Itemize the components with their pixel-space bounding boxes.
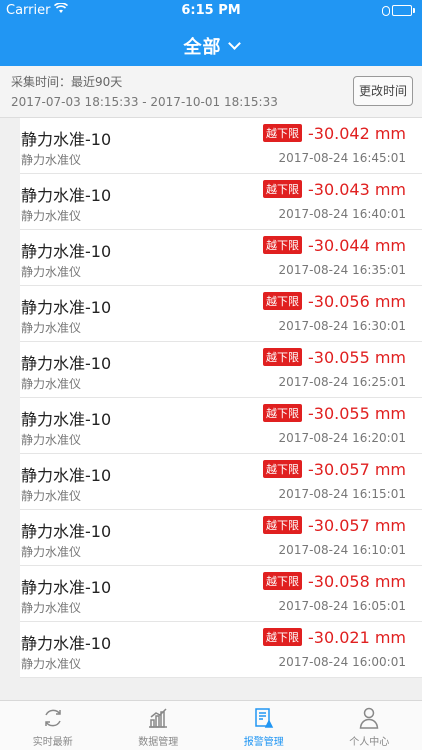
tab-personal-center[interactable]: 个人中心	[317, 701, 422, 750]
battery-icon	[382, 5, 416, 17]
alert-value: 越下限 -30.043 mm	[262, 180, 406, 199]
tab-label: 实时最新	[32, 737, 73, 748]
alert-row[interactable]: 静力水准-10 静力水准仪 越下限 -30.058 mm 2017-08-24 16:0…	[20, 566, 422, 622]
below-limit-badge: 越下限	[262, 180, 302, 198]
person-icon	[359, 707, 379, 729]
alert-timestamp: 2017-08-24 16:10:01	[278, 543, 406, 557]
alert-value: 越下限 -30.044 mm	[262, 236, 406, 255]
measurement-value: -30.055 mm	[307, 348, 406, 367]
sensor-type: 静力水准仪	[21, 657, 82, 671]
sensor-name: 静力水准-10	[21, 578, 112, 597]
sensor-type: 静力水准仪	[21, 377, 82, 391]
alert-timestamp: 2017-08-24 16:20:01	[278, 431, 406, 445]
sensor-name: 静力水准-10	[21, 466, 112, 485]
alert-timestamp: 2017-08-24 16:05:01	[278, 599, 406, 613]
alert-timestamp: 2017-08-24 16:45:01	[278, 151, 406, 165]
sensor-type: 静力水准仪	[21, 209, 82, 223]
below-limit-badge: 越下限	[262, 572, 302, 590]
alert-timestamp: 2017-08-24 16:40:01	[278, 207, 406, 221]
sensor-name: 静力水准-10	[21, 354, 112, 373]
alert-row[interactable]: 静力水准-10 静力水准仪 越下限 -30.057 mm 2017-08-24 16:1…	[20, 454, 422, 510]
alert-row[interactable]: 静力水准-10 静力水准仪 越下限 -30.021 mm 2017-08-24 16:0…	[20, 622, 422, 678]
tab-alarm-management[interactable]: 报警管理	[211, 701, 317, 750]
status-bar: Carrier 6:15 PM	[0, 0, 422, 22]
sensor-name: 静力水准-10	[21, 298, 112, 317]
tab-label: 数据管理	[138, 737, 179, 748]
sensor-type: 静力水准仪	[21, 545, 82, 559]
sensor-type: 静力水准仪	[21, 489, 82, 503]
time-range-text: 2017-07-03 18:15:33 - 2017-10-01 18:15:3…	[11, 95, 278, 109]
chevron-down-icon	[227, 37, 241, 50]
tab-realtime[interactable]: 实时最新	[0, 701, 106, 750]
measurement-value: -30.056 mm	[307, 292, 406, 311]
alert-value: 越下限 -30.055 mm	[262, 348, 406, 367]
tab-bar: 实时最新 数据管理 报警管理 个人中心	[0, 700, 422, 750]
sensor-name: 静力水准-10	[21, 130, 112, 149]
alert-timestamp: 2017-08-24 16:25:01	[278, 375, 406, 389]
bar-chart-icon	[149, 708, 168, 728]
alert-value: 越下限 -30.057 mm	[262, 460, 406, 479]
measurement-value: -30.021 mm	[307, 628, 406, 647]
nav-title: 全部	[183, 37, 222, 58]
measurement-value: -30.055 mm	[307, 404, 406, 423]
sensor-type: 静力水准仪	[21, 153, 82, 167]
clock: 6:15 PM	[181, 3, 241, 18]
alarm-report-icon	[255, 708, 273, 728]
alert-value: 越下限 -30.057 mm	[262, 516, 406, 535]
alert-row[interactable]: 静力水准-10 静力水准仪 越下限 -30.055 mm 2017-08-24 16:2…	[20, 398, 422, 454]
sensor-name: 静力水准-10	[21, 242, 112, 261]
sensor-type: 静力水准仪	[21, 321, 82, 335]
below-limit-badge: 越下限	[262, 236, 302, 254]
alert-timestamp: 2017-08-24 16:15:01	[278, 487, 406, 501]
sensor-name: 静力水准-10	[21, 634, 112, 653]
nav-bar: 全部	[0, 22, 422, 66]
sensor-name: 静力水准-10	[21, 186, 112, 205]
alert-row[interactable]: 静力水准-10 静力水准仪 越下限 -30.057 mm 2017-08-24 16:1…	[20, 510, 422, 566]
alert-value: 越下限 -30.058 mm	[262, 572, 406, 591]
sensor-type: 静力水准仪	[21, 601, 82, 615]
alert-value: 越下限 -30.021 mm	[262, 628, 406, 647]
sensor-type: 静力水准仪	[21, 433, 82, 447]
refresh-icon	[45, 709, 61, 727]
below-limit-badge: 越下限	[262, 404, 302, 422]
alert-row[interactable]: 静力水准-10 静力水准仪 越下限 -30.044 mm 2017-08-24 16:3…	[20, 230, 422, 286]
time-filter-bar: 采集时间：最近90天 2017-07-03 18:15:33 - 2017-10…	[0, 66, 422, 118]
measurement-value: -30.042 mm	[307, 124, 406, 143]
alert-value: 越下限 -30.055 mm	[262, 404, 406, 423]
tab-data-management[interactable]: 数据管理	[106, 701, 212, 750]
alert-list: 静力水准-10 静力水准仪 越下限 -30.042 mm 2017-08-24 16:4…	[20, 118, 422, 678]
collection-time-label: 采集时间：最近90天	[11, 75, 123, 89]
below-limit-badge: 越下限	[262, 124, 302, 142]
below-limit-badge: 越下限	[262, 292, 302, 310]
sensor-name: 静力水准-10	[21, 410, 112, 429]
alert-value: 越下限 -30.042 mm	[262, 124, 406, 143]
sensor-type: 静力水准仪	[21, 265, 82, 279]
tab-label: 个人中心	[349, 737, 390, 748]
alert-row[interactable]: 静力水准-10 静力水准仪 越下限 -30.055 mm 2017-08-24 16:2…	[20, 342, 422, 398]
alert-row[interactable]: 静力水准-10 静力水准仪 越下限 -30.042 mm 2017-08-24 16:4…	[20, 118, 422, 174]
alert-timestamp: 2017-08-24 16:30:01	[278, 319, 406, 333]
measurement-value: -30.058 mm	[307, 572, 406, 591]
alert-timestamp: 2017-08-24 16:35:01	[278, 263, 406, 277]
below-limit-badge: 越下限	[262, 348, 302, 366]
alert-row[interactable]: 静力水准-10 静力水准仪 越下限 -30.043 mm 2017-08-24 16:4…	[20, 174, 422, 230]
measurement-value: -30.043 mm	[307, 180, 406, 199]
tab-label: 报警管理	[243, 737, 284, 748]
alert-timestamp: 2017-08-24 16:00:01	[278, 655, 406, 669]
measurement-value: -30.044 mm	[307, 236, 406, 255]
measurement-value: -30.057 mm	[307, 516, 406, 535]
measurement-value: -30.057 mm	[307, 460, 406, 479]
change-time-button[interactable]: 更改时间	[353, 76, 413, 106]
below-limit-badge: 越下限	[262, 460, 302, 478]
category-selector[interactable]: 全部	[183, 22, 241, 59]
below-limit-badge: 越下限	[262, 628, 302, 646]
below-limit-badge: 越下限	[262, 516, 302, 534]
sensor-name: 静力水准-10	[21, 522, 112, 541]
alert-value: 越下限 -30.056 mm	[262, 292, 406, 311]
alert-row[interactable]: 静力水准-10 静力水准仪 越下限 -30.056 mm 2017-08-24 16:3…	[20, 286, 422, 342]
